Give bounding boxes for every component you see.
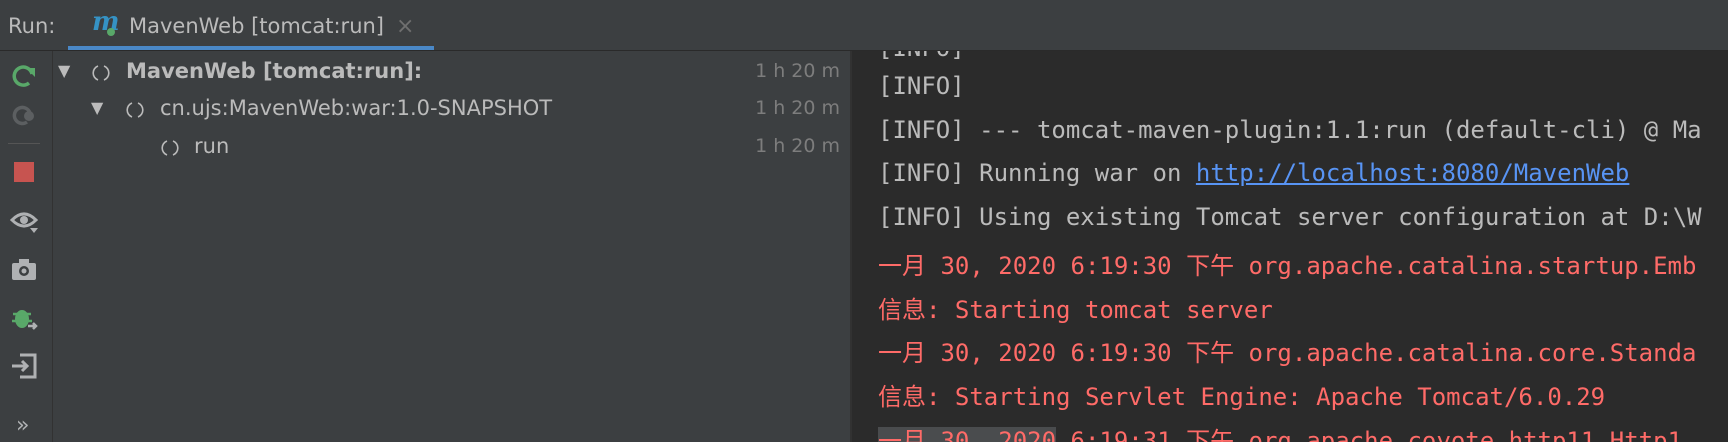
console-line: [INFO] Running war on http://localhost:8…	[878, 159, 1629, 187]
tree-row[interactable]: run 1 h 20 m	[53, 128, 850, 164]
spinner-icon	[92, 65, 110, 81]
close-icon[interactable]: ×	[396, 14, 414, 39]
console-line: [INFO] --- tomcat-maven-plugin:1.1:run (…	[878, 116, 1702, 144]
console-line: 一月 30, 2020 6:19:31 下午 org.apache.coyote…	[878, 421, 1682, 442]
run-label: Run:	[8, 14, 56, 38]
tab-title[interactable]: MavenWeb [tomcat:run]	[129, 14, 384, 38]
expand-arrow-icon[interactable]: ▼	[91, 98, 103, 117]
tree-item-label: cn.ujs:MavenWeb:war:1.0-SNAPSHOT	[160, 96, 553, 120]
console-output[interactable]: [INFO] [INFO] [INFO] --- tomcat-maven-pl…	[852, 51, 1728, 442]
elapsed-time: 1 h 20 m	[755, 135, 840, 157]
rerun-failed-icon[interactable]	[10, 103, 38, 131]
console-line-text: 6:19:31 下午 org.apache.coyote.http11.Http…	[1056, 427, 1683, 442]
tree-row[interactable]: ▼ cn.ujs:MavenWeb:war:1.0-SNAPSHOT 1 h 2…	[53, 90, 850, 126]
tree-item-label: run	[194, 134, 230, 158]
console-line: [INFO]	[878, 51, 965, 62]
exit-icon[interactable]	[10, 352, 38, 380]
console-line: [INFO] Using existing Tomcat server conf…	[878, 203, 1702, 231]
console-line: 一月 30, 2020 6:19:30 下午 org.apache.catali…	[878, 252, 1697, 280]
show-options-icon[interactable]	[10, 206, 38, 234]
console-line: 一月 30, 2020 6:19:30 下午 org.apache.catali…	[878, 339, 1697, 367]
elapsed-time: 1 h 20 m	[755, 60, 840, 82]
console-line: 信息: Starting tomcat server	[878, 296, 1273, 324]
stop-icon[interactable]	[10, 158, 38, 186]
tree-item-label: MavenWeb [tomcat:run]:	[126, 59, 423, 83]
more-icon[interactable]: »	[16, 413, 29, 438]
toolbar-separator	[8, 143, 40, 144]
run-tool-window-header: Run: m MavenWeb [tomcat:run] ×	[0, 0, 1728, 51]
debug-icon[interactable]	[10, 304, 38, 332]
console-line: 信息: Starting Servlet Engine: Apache Tomc…	[878, 383, 1606, 411]
run-toolbar: »	[0, 51, 53, 442]
spinner-icon	[161, 140, 179, 156]
tree-row[interactable]: ▼ MavenWeb [tomcat:run]: 1 h 20 m	[53, 53, 850, 89]
localhost-link[interactable]: http://localhost:8080/MavenWeb	[1196, 159, 1629, 187]
run-tree-panel: ▼ MavenWeb [tomcat:run]: 1 h 20 m ▼ cn.u…	[53, 51, 850, 442]
screenshot-icon[interactable]	[10, 255, 38, 283]
active-tab-indicator	[68, 46, 434, 50]
selected-text: 一月 30, 2020	[878, 427, 1057, 442]
rerun-icon[interactable]	[10, 62, 38, 90]
spinner-icon	[126, 102, 144, 118]
console-line-text: [INFO] Running war on	[878, 159, 1196, 187]
console-line: [INFO]	[878, 72, 965, 100]
elapsed-time: 1 h 20 m	[755, 97, 840, 119]
maven-icon: m	[92, 8, 118, 37]
expand-arrow-icon[interactable]: ▼	[58, 61, 70, 80]
